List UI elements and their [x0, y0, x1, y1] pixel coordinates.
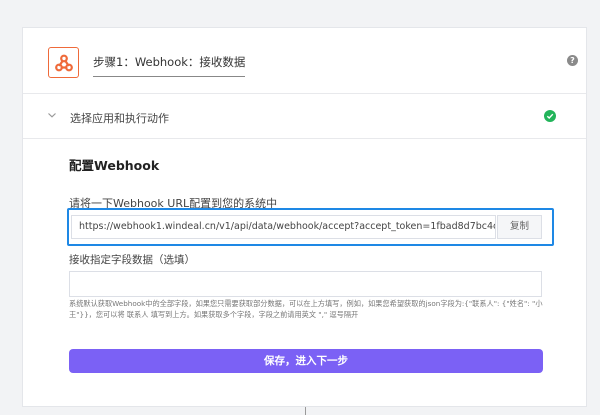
webhook-icon	[48, 47, 79, 78]
step-title: 步骤1：Webhook：接收数据	[93, 54, 246, 77]
field-hint: 系统默认获取Webhook中的全部字段，如果您只需要获取部分数据，可以在上方填写…	[69, 299, 543, 319]
config-title: 配置Webhook	[69, 158, 160, 173]
help-icon[interactable]: ?	[567, 55, 578, 66]
section-label: 选择应用和执行动作	[70, 112, 169, 125]
save-next-button[interactable]: 保存，进入下一步	[69, 349, 543, 373]
field-label: 接收指定字段数据（选填）	[69, 254, 195, 266]
copy-button[interactable]: 复制	[497, 215, 542, 239]
chevron-down-icon	[48, 113, 56, 118]
connector-line	[305, 407, 306, 415]
step-card: 步骤1：Webhook：接收数据 ? 选择应用和执行动作 配置Webhook 请…	[22, 27, 587, 407]
field-input[interactable]	[69, 271, 542, 297]
step-header[interactable]: 步骤1：Webhook：接收数据 ?	[23, 28, 586, 94]
section-select-app-action[interactable]: 选择应用和执行动作	[23, 94, 586, 139]
check-circle-icon	[544, 110, 556, 122]
webhook-url-field[interactable]: https://webhook1.windeal.cn/v1/api/data/…	[71, 215, 496, 239]
